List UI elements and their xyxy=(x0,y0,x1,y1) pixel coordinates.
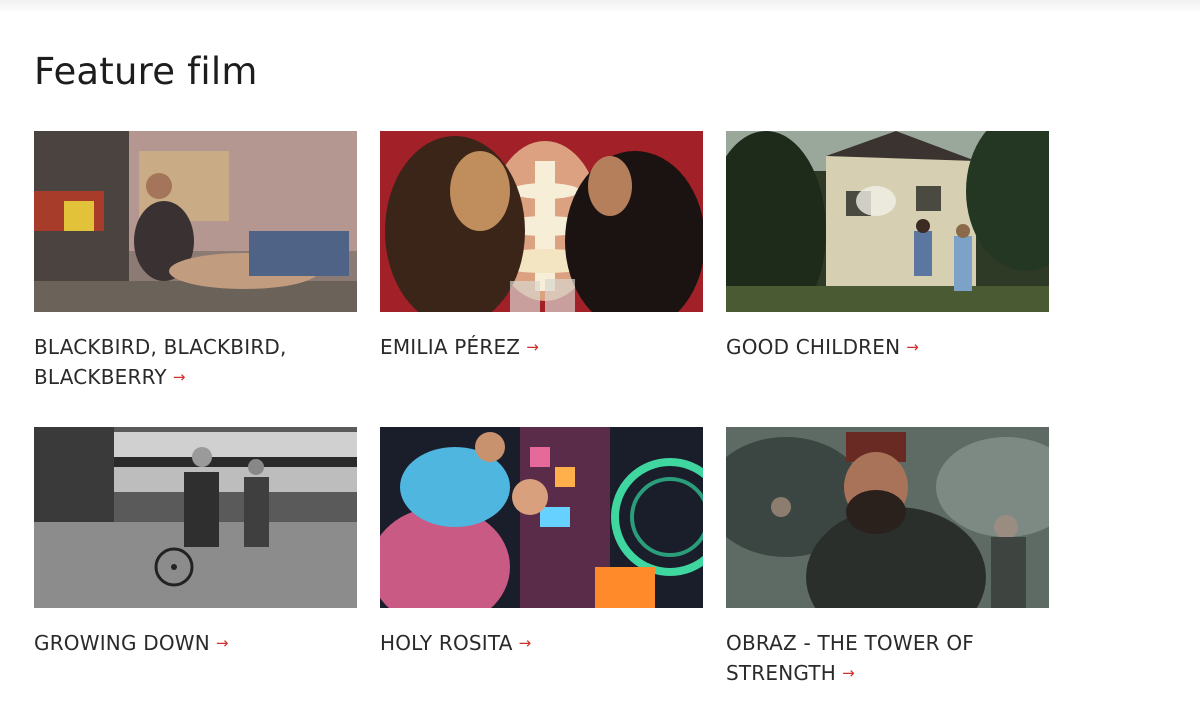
film-card-blackbird[interactable]: BLACKBIRD, BLACKBIRD, BLACKBERRY → xyxy=(34,131,357,427)
arrow-right-icon: → xyxy=(172,368,186,386)
film-card-growing-down[interactable]: GROWING DOWN → xyxy=(34,427,357,723)
film-title[interactable]: GOOD CHILDREN → xyxy=(726,332,1049,427)
film-thumbnail[interactable] xyxy=(380,131,703,312)
film-thumbnail[interactable] xyxy=(726,427,1049,608)
film-still-image xyxy=(34,427,357,608)
film-still-image xyxy=(380,427,703,608)
film-title[interactable]: OBRAZ - THE TOWER OF STRENGTH → xyxy=(726,628,1049,723)
film-thumbnail[interactable] xyxy=(34,131,357,312)
film-card-good-children[interactable]: GOOD CHILDREN → xyxy=(726,131,1049,427)
arrow-right-icon: → xyxy=(518,634,532,652)
film-grid: BLACKBIRD, BLACKBIRD, BLACKBERRY → EMILI… xyxy=(34,131,1050,723)
film-title[interactable]: HOLY ROSITA → xyxy=(380,628,703,723)
film-thumbnail[interactable] xyxy=(34,427,357,608)
film-still-image xyxy=(380,131,703,312)
film-still-image xyxy=(726,427,1049,608)
film-still-image xyxy=(726,131,1049,312)
top-bar xyxy=(0,0,1200,12)
film-thumbnail[interactable] xyxy=(380,427,703,608)
film-card-holy-rosita[interactable]: HOLY ROSITA → xyxy=(380,427,703,723)
film-title[interactable]: EMILIA PÉREZ → xyxy=(380,332,703,427)
arrow-right-icon: → xyxy=(526,338,539,356)
film-thumbnail[interactable] xyxy=(726,131,1049,312)
film-card-obraz[interactable]: OBRAZ - THE TOWER OF STRENGTH → xyxy=(726,427,1049,723)
arrow-right-icon: → xyxy=(842,664,855,682)
film-card-emilia-perez[interactable]: EMILIA PÉREZ → xyxy=(380,131,703,427)
film-title[interactable]: BLACKBIRD, BLACKBIRD, BLACKBERRY → xyxy=(34,332,357,427)
film-title[interactable]: GROWING DOWN → xyxy=(34,628,357,723)
arrow-right-icon: → xyxy=(906,338,920,356)
film-still-image xyxy=(34,131,357,312)
page-title: Feature film xyxy=(34,50,258,93)
arrow-right-icon: → xyxy=(215,634,229,652)
